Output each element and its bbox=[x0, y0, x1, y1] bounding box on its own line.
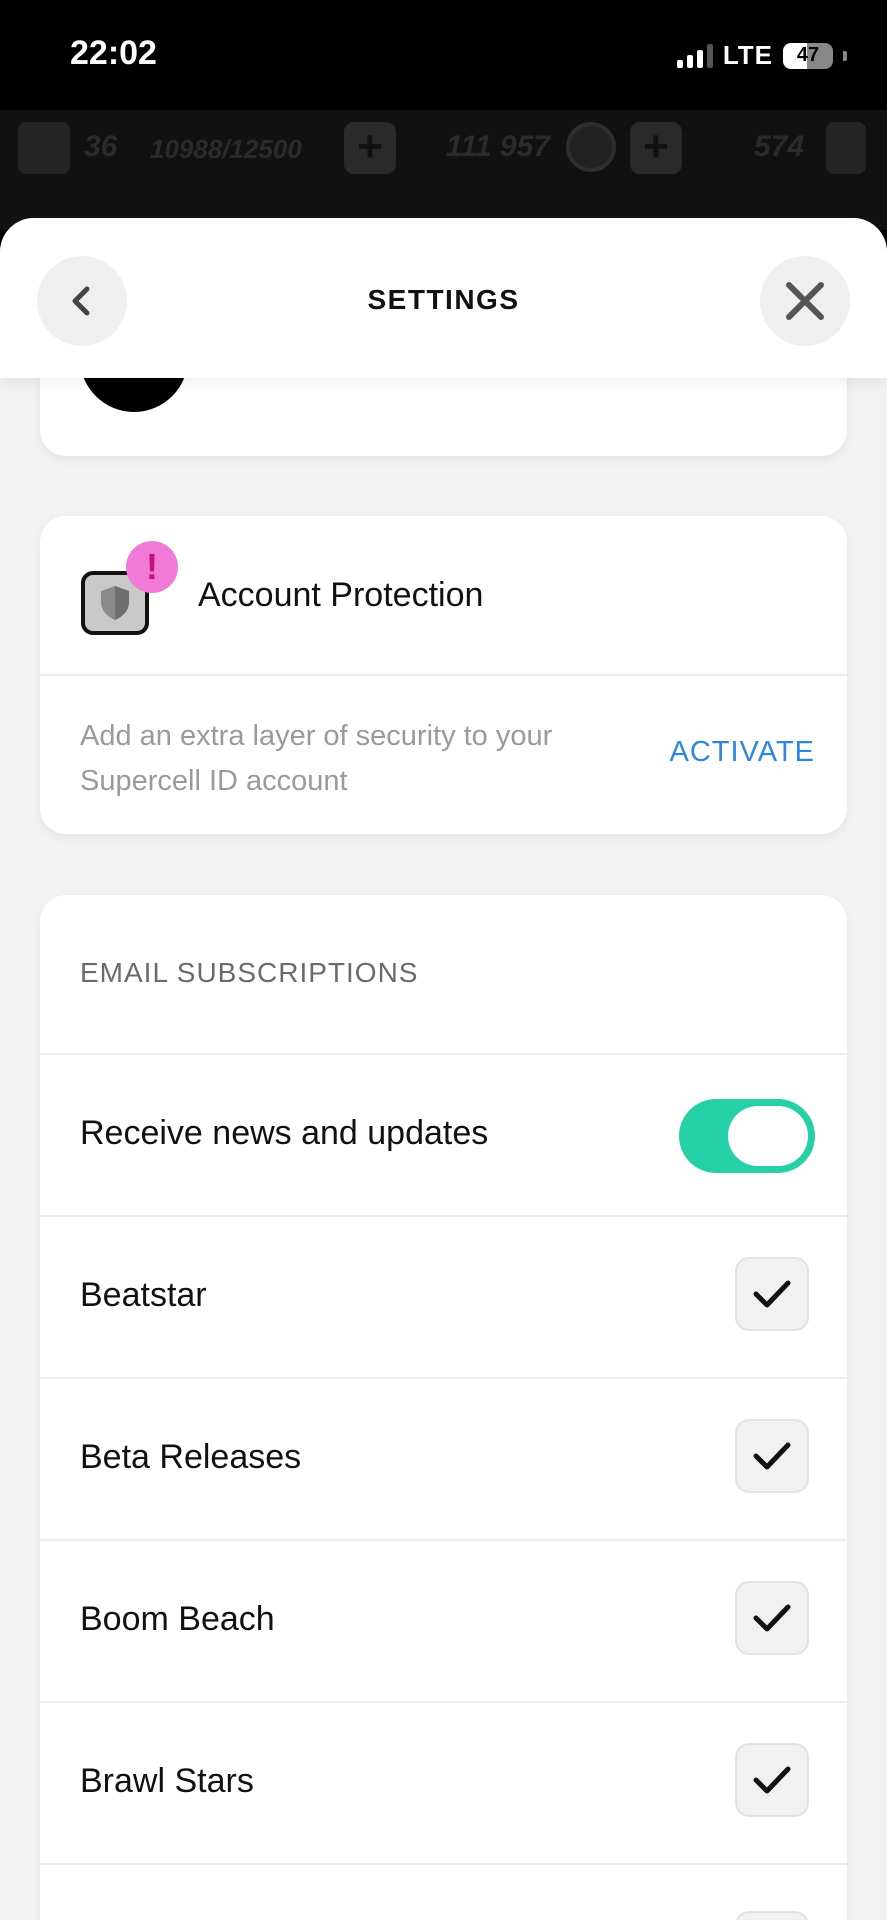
beta-releases-checkbox[interactable] bbox=[735, 1419, 809, 1493]
account-protection-card: ! Account Protection Add an extra layer … bbox=[40, 516, 847, 834]
subscription-label: Brawl Stars bbox=[80, 1762, 254, 1800]
close-icon bbox=[786, 282, 824, 320]
settings-sheet: SETTINGS ! Account Protection Add an ext… bbox=[0, 218, 887, 1920]
news-updates-row[interactable]: Receive news and updates bbox=[40, 1053, 847, 1215]
account-protection-row[interactable]: ! Account Protection bbox=[40, 516, 847, 674]
subscription-row-next[interactable] bbox=[40, 1863, 847, 1920]
shield-icon bbox=[101, 586, 129, 620]
subscription-row-boom-beach[interactable]: Boom Beach bbox=[40, 1539, 847, 1701]
toggle-knob bbox=[728, 1106, 808, 1166]
status-bar: 22:02 LTE 47 bbox=[0, 0, 887, 110]
section-heading: EMAIL SUBSCRIPTIONS bbox=[80, 957, 419, 988]
email-subscriptions-card: EMAIL SUBSCRIPTIONS Receive news and upd… bbox=[40, 895, 847, 1920]
news-updates-toggle[interactable] bbox=[679, 1099, 815, 1173]
page-title: SETTINGS bbox=[367, 284, 520, 315]
brawl-stars-checkbox[interactable] bbox=[735, 1743, 809, 1817]
gems-value: 574 bbox=[754, 130, 805, 163]
subscription-row-beta-releases[interactable]: Beta Releases bbox=[40, 1377, 847, 1539]
subscription-label: Beta Releases bbox=[80, 1438, 302, 1476]
next-checkbox[interactable] bbox=[735, 1911, 809, 1920]
checkmark-icon bbox=[753, 1766, 791, 1794]
status-time: 22:02 bbox=[70, 34, 157, 72]
game-hud-background: 36 10988/12500 + 111 957 + 574 bbox=[0, 110, 887, 230]
coins-value: 111 957 bbox=[446, 130, 550, 163]
add-xp-icon: + bbox=[344, 122, 396, 174]
checkmark-icon bbox=[753, 1604, 791, 1632]
account-protection-title: Account Protection bbox=[198, 576, 484, 614]
gem-icon bbox=[826, 122, 866, 174]
battery-icon: 47 bbox=[783, 42, 833, 69]
network-label: LTE bbox=[722, 40, 773, 70]
coin-icon bbox=[566, 122, 616, 172]
boom-beach-checkbox[interactable] bbox=[735, 1581, 809, 1655]
add-coins-icon: + bbox=[630, 122, 682, 174]
settings-header: SETTINGS bbox=[0, 218, 887, 378]
subscription-row-beatstar[interactable]: Beatstar bbox=[40, 1215, 847, 1377]
account-protection-activate-row: Add an extra layer of security to your S… bbox=[40, 674, 847, 834]
account-protection-description: Add an extra layer of security to your S… bbox=[80, 720, 553, 797]
checkmark-icon bbox=[753, 1280, 791, 1308]
battery-tip bbox=[843, 50, 847, 61]
activate-button[interactable]: ACTIVATE bbox=[670, 736, 816, 769]
level-value: 36 bbox=[84, 130, 118, 163]
level-icon bbox=[18, 122, 70, 174]
news-updates-label: Receive news and updates bbox=[80, 1114, 489, 1152]
status-indicators: LTE 47 bbox=[676, 40, 847, 71]
battery-level: 47 bbox=[796, 44, 820, 66]
subscription-label: Boom Beach bbox=[80, 1600, 275, 1638]
subscription-row-brawl-stars[interactable]: Brawl Stars bbox=[40, 1701, 847, 1863]
close-button[interactable] bbox=[760, 256, 850, 346]
beatstar-checkbox[interactable] bbox=[735, 1257, 809, 1331]
alert-badge: ! bbox=[126, 541, 178, 593]
checkmark-icon bbox=[753, 1442, 791, 1470]
email-subscriptions-header: EMAIL SUBSCRIPTIONS bbox=[40, 895, 847, 1053]
subscription-label: Beatstar bbox=[80, 1276, 207, 1314]
signal-icon bbox=[676, 43, 713, 68]
xp-value: 10988/12500 bbox=[150, 134, 302, 164]
